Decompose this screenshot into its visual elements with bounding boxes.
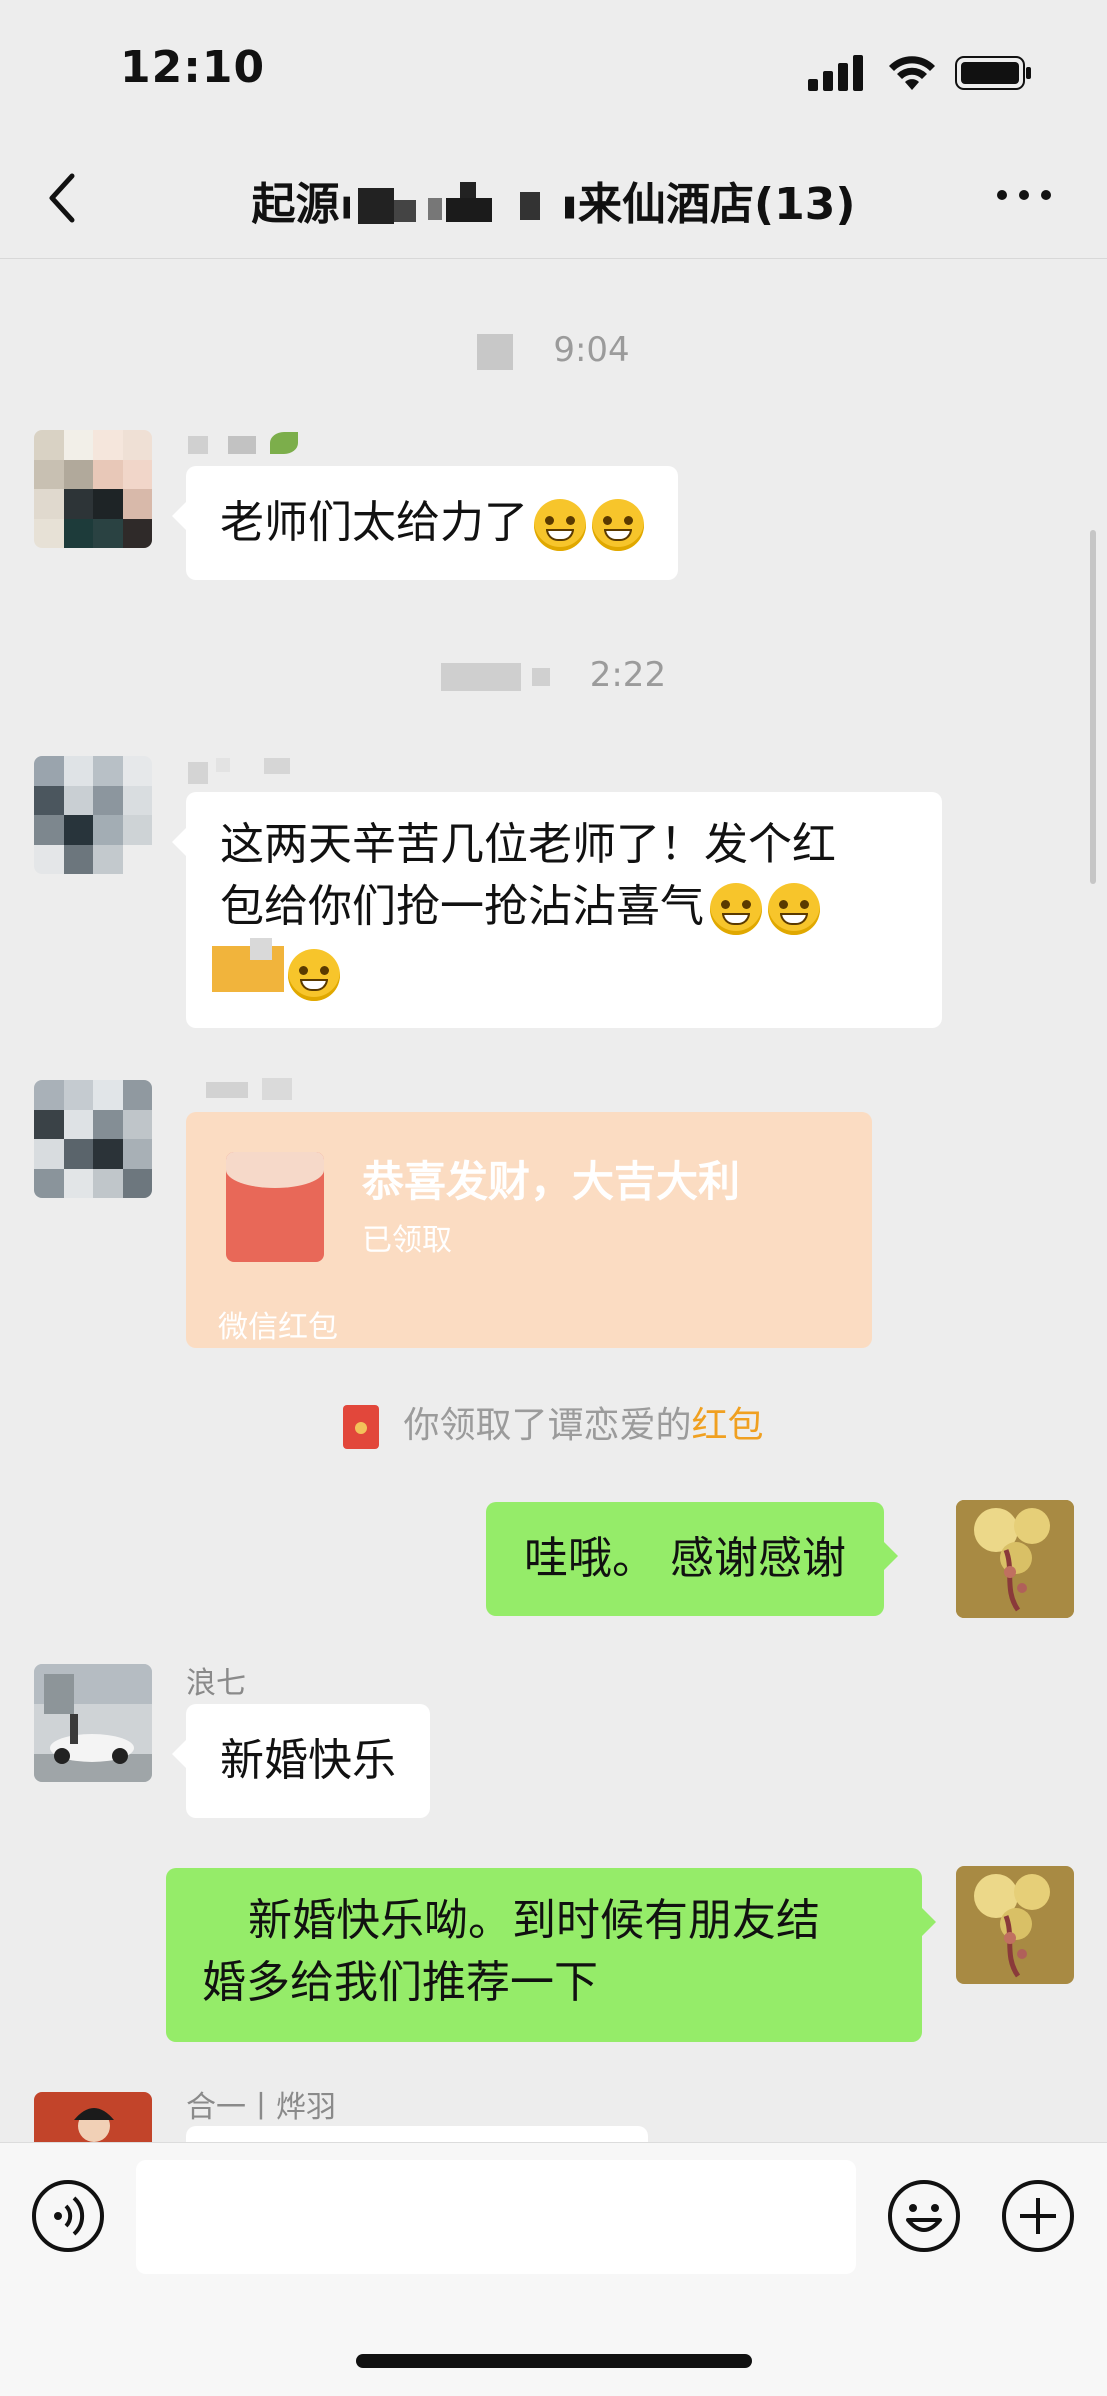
self-avatar[interactable]	[956, 1500, 1074, 1618]
system-text: 你领取了谭恋爱的	[403, 1405, 692, 1446]
avatar[interactable]	[34, 1080, 152, 1198]
message-bubble[interactable]: 新婚快乐	[172, 1704, 430, 1818]
system-message: 你领取了谭恋爱的红包	[0, 1396, 1107, 1449]
message-text: 包给你们抢一抢沾沾喜气	[220, 881, 704, 932]
grin-emoji-icon	[534, 499, 586, 551]
emoji-row	[212, 938, 908, 1001]
message-bubble[interactable]: 这两天辛苦几位老师了！发个红 包给你们抢一抢沾沾喜气	[172, 792, 942, 1028]
sender-name: 浪七	[186, 1666, 246, 1701]
timestamp: 9:04	[0, 330, 1107, 370]
avatar[interactable]	[34, 2092, 152, 2142]
scrollbar[interactable]	[1090, 530, 1096, 884]
flower-avatar-icon	[956, 1500, 1074, 1618]
message-text: 老师们太给力了	[220, 497, 528, 548]
flower-avatar-icon	[956, 1866, 1074, 1984]
self-avatar[interactable]	[956, 1866, 1074, 1984]
car-photo-avatar-icon	[34, 1664, 152, 1782]
mosaic-block	[531, 667, 550, 686]
sender-name: 合一丨烨羽	[186, 2090, 336, 2125]
red-packet-icon	[226, 1152, 324, 1262]
message-bubble-self[interactable]: 哇哦。 感谢感谢	[486, 1502, 898, 1616]
wifi-icon	[889, 56, 935, 90]
plus-icon[interactable]	[1000, 2178, 1076, 2254]
smirk-emoji-icon	[710, 883, 762, 935]
message-bubble[interactable]	[186, 2126, 648, 2142]
avatar[interactable]	[34, 430, 152, 548]
red-packet-title: 恭喜发财，大吉大利	[362, 1157, 741, 1206]
message-text: 这两天辛苦几位老师了！发个红	[220, 819, 836, 870]
avatar[interactable]	[34, 756, 152, 874]
red-packet-footer: 微信红包	[218, 1310, 338, 1345]
timestamp-text: 2:22	[589, 655, 667, 695]
mosaic-block	[212, 946, 284, 992]
message-input[interactable]	[136, 2160, 856, 2274]
grin-emoji-icon	[592, 499, 644, 551]
sender-name-mosaic	[206, 1078, 306, 1100]
message-text: 婚多给我们推荐一下	[202, 1957, 598, 2008]
red-packet-status: 已领取	[362, 1223, 452, 1258]
timestamp: 2:22	[0, 655, 1107, 695]
status-time: 12:10	[120, 42, 266, 93]
timestamp-text: 9:04	[553, 330, 630, 370]
sender-name-mosaic	[188, 756, 308, 786]
more-icon[interactable]	[994, 180, 1054, 210]
mosaic-block	[440, 662, 521, 691]
title-mosaic	[350, 178, 565, 228]
home-indicator	[356, 2354, 752, 2368]
message-text: 新婚快乐	[220, 1735, 396, 1786]
message-text: 新婚快乐呦。到时候有朋友结	[248, 1895, 820, 1946]
person-avatar-icon	[34, 2092, 152, 2142]
message-bubble[interactable]: 老师们太给力了	[172, 466, 678, 580]
mosaic-block	[477, 333, 514, 370]
emoji-icon[interactable]	[886, 2178, 962, 2254]
red-packet-link[interactable]: 红包	[692, 1405, 764, 1446]
smirk-emoji-icon	[288, 949, 340, 1001]
message-text: 哇哦。 感谢感谢	[524, 1533, 846, 1584]
smirk-emoji-icon	[768, 883, 820, 935]
sender-name-mosaic	[188, 432, 308, 454]
cellular-signal-icon	[808, 55, 863, 91]
red-packet-mini-icon	[343, 1405, 380, 1449]
avatar[interactable]	[34, 1664, 152, 1782]
message-bubble-self[interactable]: 新婚快乐呦。到时候有朋友结 婚多给我们推荐一下	[166, 1868, 936, 2042]
mosaic-block	[250, 938, 272, 960]
voice-icon[interactable]	[30, 2178, 106, 2254]
battery-icon	[955, 56, 1031, 90]
